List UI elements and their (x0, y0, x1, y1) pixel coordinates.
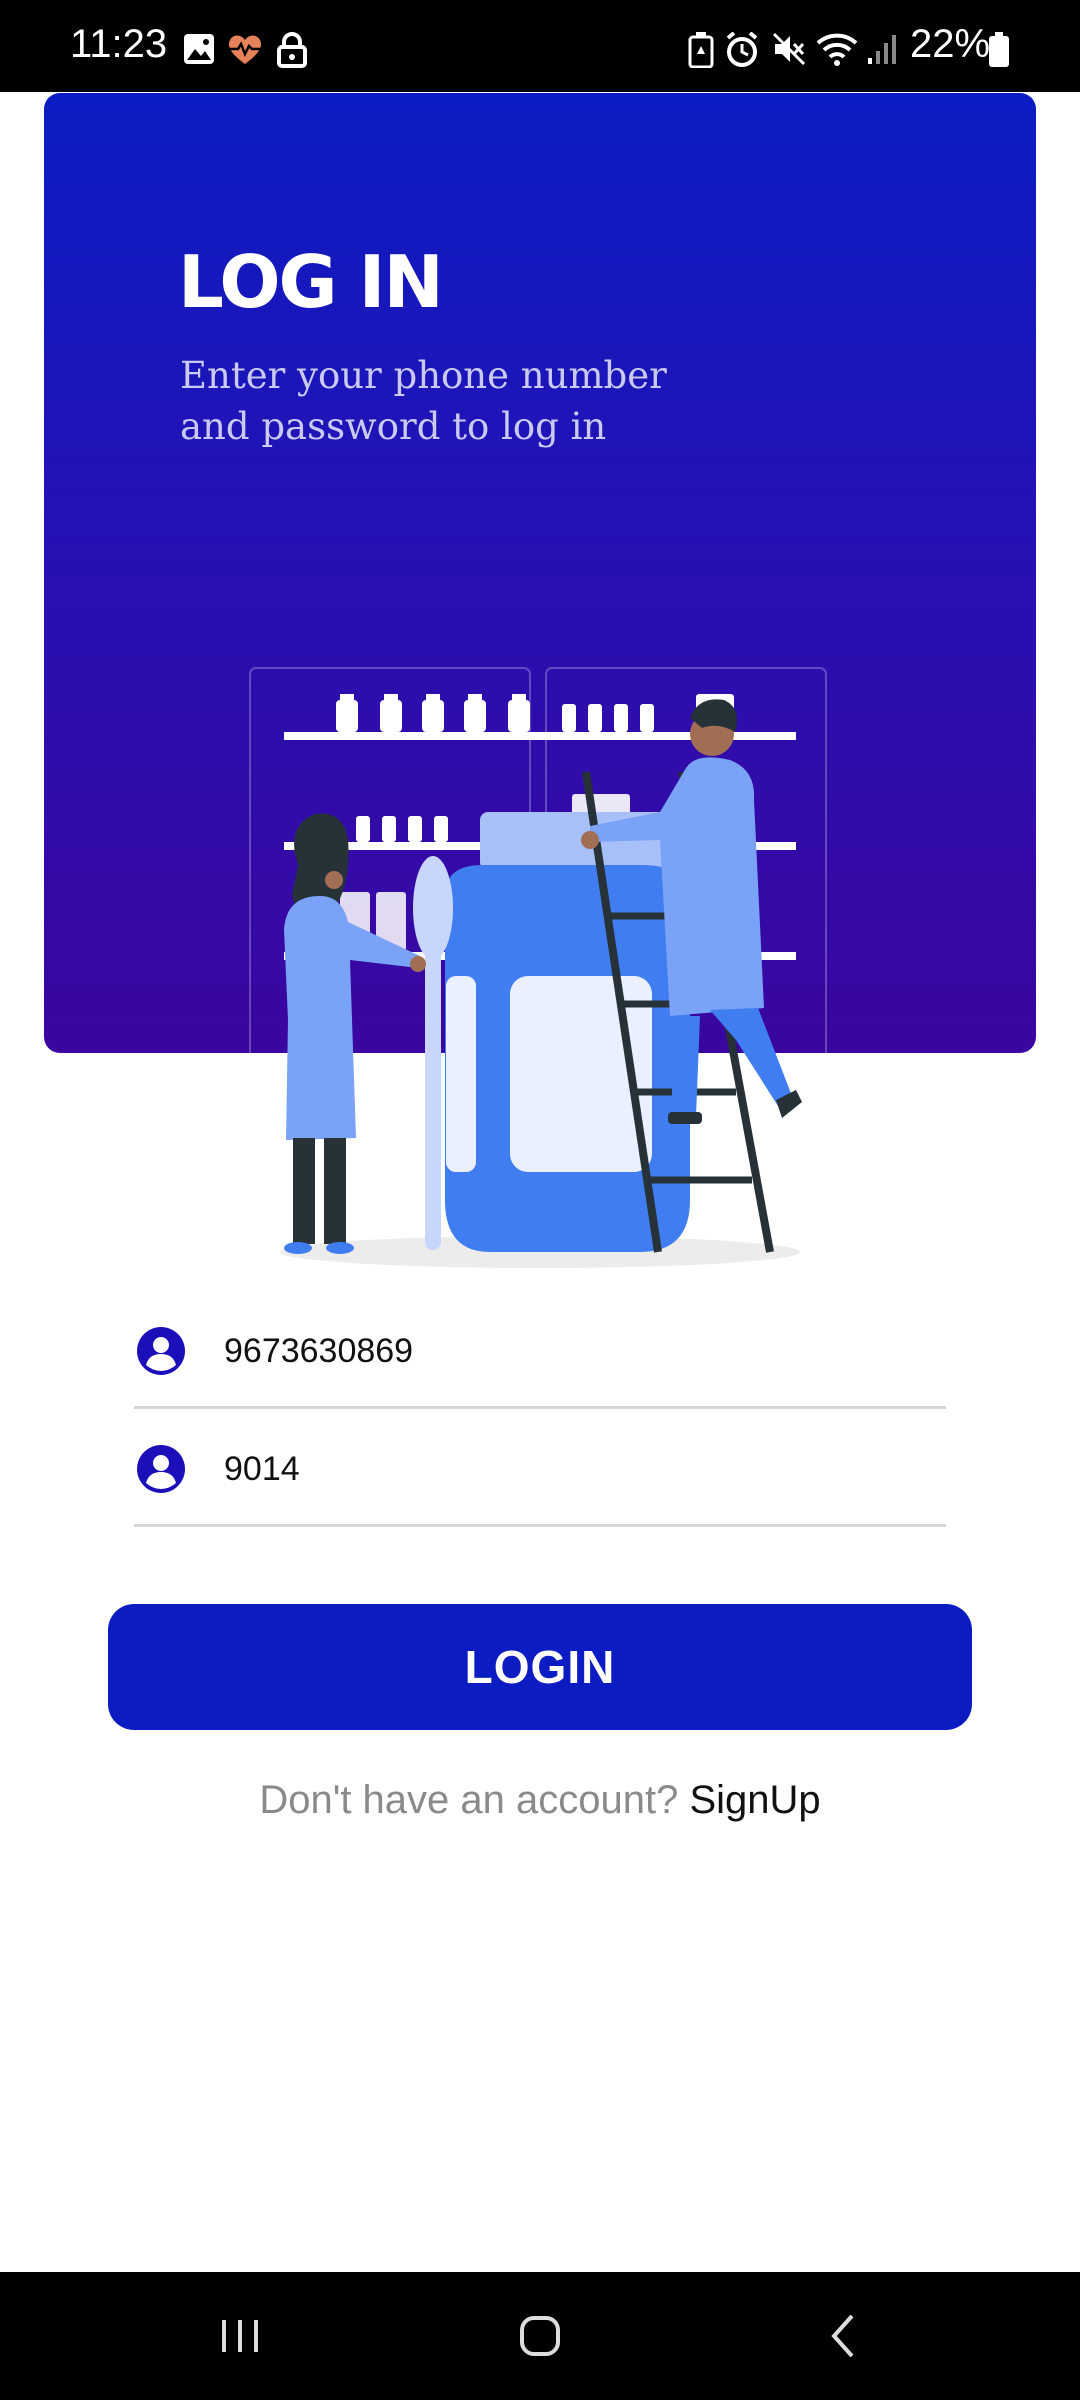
signup-prompt: Don't have an account? (259, 1778, 679, 1822)
page-subtitle: Enter your phone number and password to … (180, 354, 667, 448)
heart-rate-icon (228, 35, 262, 64)
image-icon (184, 34, 214, 64)
battery-icon (989, 32, 1009, 67)
user-icon (137, 1445, 185, 1493)
navigation-bar (0, 2272, 1080, 2400)
phone-field[interactable] (134, 1302, 946, 1409)
status-bar: 11:23 22% (0, 0, 1080, 92)
battery-percent: 22% (910, 22, 991, 66)
lock-icon (277, 32, 307, 68)
password-field[interactable] (134, 1420, 946, 1527)
recent-apps-icon[interactable] (216, 2312, 264, 2360)
signup-link[interactable]: SignUp (689, 1778, 820, 1822)
battery-saver-icon (688, 32, 714, 68)
page-title: LOG IN (178, 240, 444, 324)
alarm-icon (726, 32, 758, 67)
status-time: 11:23 (70, 22, 168, 66)
password-input[interactable] (224, 1450, 904, 1489)
login-button[interactable]: LOGIN (108, 1604, 972, 1730)
pharmacy-illustration (249, 667, 827, 1268)
back-icon[interactable] (820, 2312, 868, 2360)
signup-row: Don't have an account? SignUp (0, 1778, 1080, 1823)
signal-icon (868, 35, 896, 64)
wifi-icon (816, 33, 858, 66)
home-icon[interactable] (516, 2312, 564, 2360)
phone-input[interactable] (224, 1332, 904, 1371)
mute-icon (772, 32, 806, 66)
user-icon (137, 1327, 185, 1375)
